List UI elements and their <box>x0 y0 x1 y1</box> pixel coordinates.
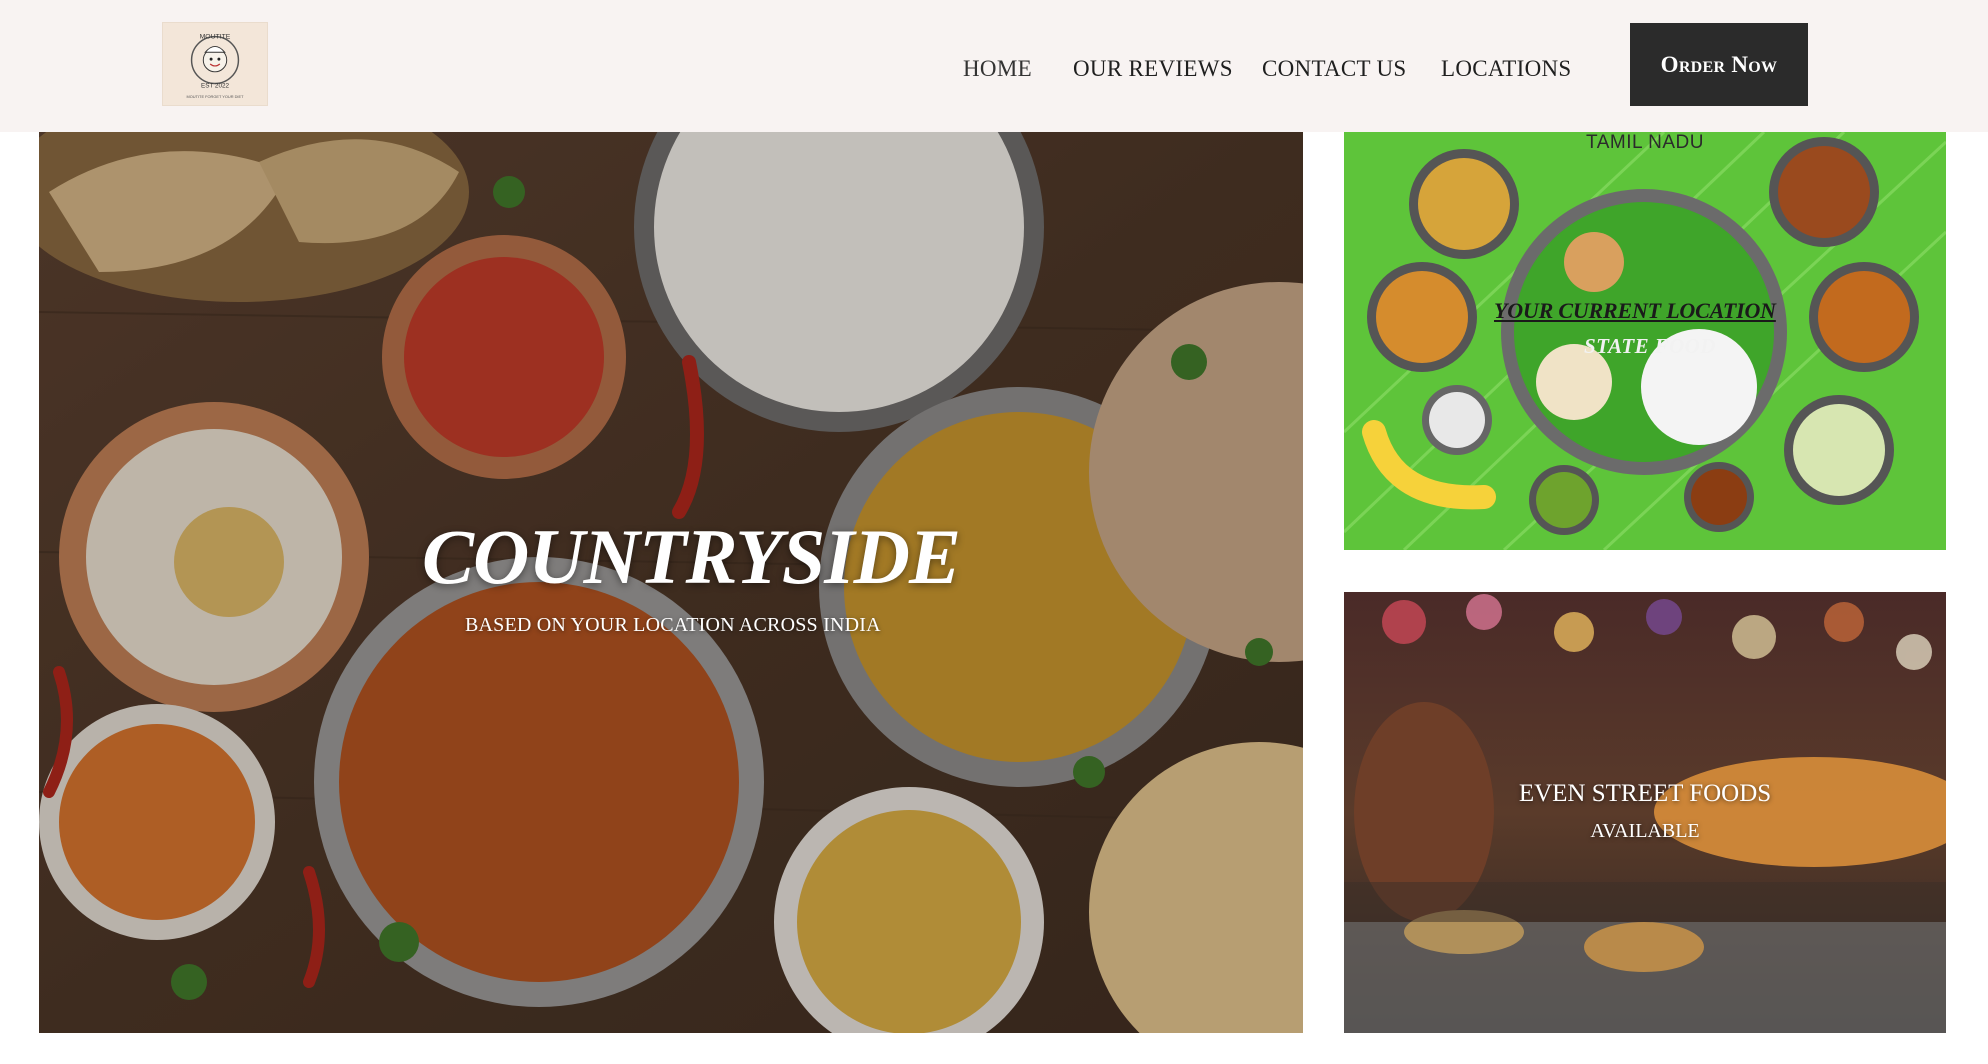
current-location-link[interactable]: YOUR CURRENT LOCATION <box>1494 298 1776 324</box>
street-foods-title: EVEN STREET FOODS <box>1518 780 1772 807</box>
nav-home[interactable]: HOME <box>963 56 1032 82</box>
hero-banner[interactable]: COUNTRYSIDE BASED ON YOUR LOCATION ACROS… <box>39 132 1303 1033</box>
nav-contact-us[interactable]: CONTACT US <box>1262 56 1407 82</box>
brand-logo[interactable]: MOUTITE EST 2022 MOUTITE FORGET YOUR DIE… <box>162 22 268 106</box>
state-food-card[interactable]: TAMIL NADU YOUR CURRENT LOCATION STATE F… <box>1344 132 1946 550</box>
street-food-image <box>1344 592 1946 1033</box>
svg-text:EST 2022: EST 2022 <box>201 82 230 89</box>
nav-our-reviews[interactable]: OUR REVIEWS <box>1073 56 1233 82</box>
state-food-subtitle: STATE FOOD <box>1584 334 1716 358</box>
hero-title: COUNTRYSIDE <box>422 513 961 600</box>
order-now-button[interactable]: Order Now <box>1630 23 1808 106</box>
street-foods-card[interactable]: EVEN STREET FOODS AVAILABLE <box>1344 592 1946 1033</box>
state-label: TAMIL NADU <box>1586 132 1704 153</box>
hero-subtitle: BASED ON YOUR LOCATION ACROSS INDIA <box>465 614 881 636</box>
svg-text:MOUTITE: MOUTITE <box>200 34 231 41</box>
svg-text:MOUTITE FORGET YOUR DIET: MOUTITE FORGET YOUR DIET <box>187 94 245 99</box>
nav-locations[interactable]: LOCATIONS <box>1441 56 1571 82</box>
site-header: MOUTITE EST 2022 MOUTITE FORGET YOUR DIE… <box>0 0 1988 132</box>
street-foods-subtitle: AVAILABLE <box>1590 820 1700 842</box>
